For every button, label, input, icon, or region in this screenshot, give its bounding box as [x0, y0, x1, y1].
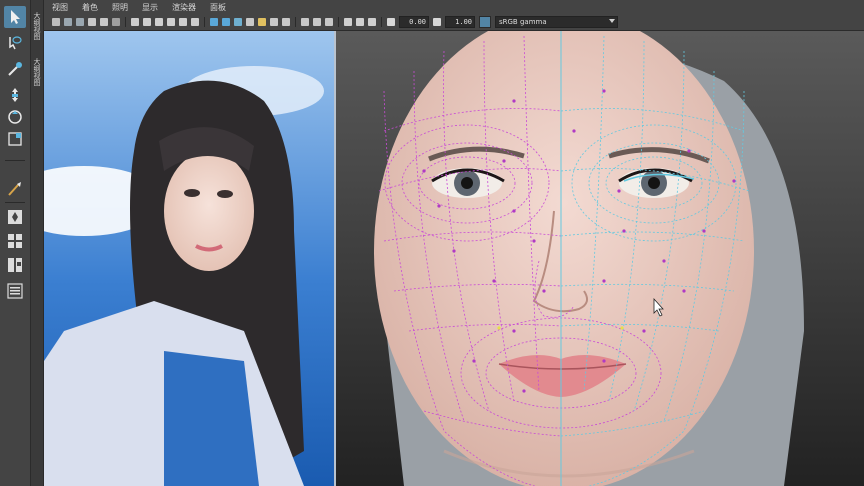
- toolbox-divider: [5, 202, 25, 203]
- gamma-icon[interactable]: [433, 18, 441, 26]
- toolbox-divider: [5, 160, 25, 161]
- toolbar-divider: [295, 17, 296, 27]
- use-all-lights-icon[interactable]: [258, 18, 266, 26]
- panel-menubar: 视图 着色 照明 显示 渲染器 面板: [44, 0, 864, 14]
- maya-window: 大纲视图 大纲视图 视图 着色 照明 显示 渲染器 面板 0.00 1.00 s…: [0, 0, 864, 486]
- bookmarks-icon[interactable]: [76, 18, 84, 26]
- textured-icon[interactable]: [246, 18, 254, 26]
- toolbar-divider: [381, 17, 382, 27]
- brush-icon[interactable]: [4, 178, 26, 200]
- xray-icon[interactable]: [301, 18, 309, 26]
- viewport-canvas: [44, 31, 864, 486]
- wireframe-on-shaded-icon[interactable]: [234, 18, 242, 26]
- resolution-gate-icon[interactable]: [155, 18, 163, 26]
- color-space-dropdown[interactable]: sRGB gamma: [495, 16, 618, 28]
- camera-attributes-icon[interactable]: [64, 18, 72, 26]
- viewport[interactable]: [44, 31, 864, 486]
- image-plane-icon[interactable]: [88, 18, 96, 26]
- select-arrow-icon[interactable]: [4, 6, 26, 28]
- isolate-select-icon[interactable]: [344, 18, 352, 26]
- toolbar-divider: [204, 17, 205, 27]
- color-management-toggle[interactable]: [479, 16, 491, 28]
- exposure-icon[interactable]: [387, 18, 395, 26]
- select-camera-icon[interactable]: [52, 18, 60, 26]
- two-sided-lighting-icon[interactable]: [368, 18, 376, 26]
- rotate-icon[interactable]: [4, 106, 26, 128]
- toolbox: [0, 0, 31, 486]
- gamma-field[interactable]: 1.00: [445, 16, 475, 28]
- side-tab-outliner-2[interactable]: 大纲视图: [31, 52, 43, 92]
- film-gate-icon[interactable]: [143, 18, 151, 26]
- move-icon[interactable]: [4, 84, 26, 106]
- xray-components-icon[interactable]: [325, 18, 333, 26]
- chevron-down-icon: [609, 19, 615, 23]
- shadows-icon[interactable]: [270, 18, 278, 26]
- smooth-shade-icon[interactable]: [222, 18, 230, 26]
- hud-icon[interactable]: [356, 18, 364, 26]
- layout-four-icon[interactable]: [4, 230, 26, 252]
- toolbar-divider: [125, 17, 126, 27]
- menu-shading[interactable]: 着色: [82, 2, 98, 13]
- xray-joints-icon[interactable]: [313, 18, 321, 26]
- paint-select-icon[interactable]: [4, 58, 26, 80]
- outliner-icon[interactable]: [4, 280, 26, 302]
- menu-show[interactable]: 显示: [142, 2, 158, 13]
- reference-image-right: [336, 31, 864, 486]
- field-chart-icon[interactable]: [179, 18, 187, 26]
- grease-pencil-icon[interactable]: [112, 18, 120, 26]
- two-d-pan-icon[interactable]: [100, 18, 108, 26]
- exposure-field[interactable]: 0.00: [399, 16, 429, 28]
- color-space-value: sRGB gamma: [499, 18, 547, 26]
- toolbar-divider: [338, 17, 339, 27]
- scale-icon[interactable]: [4, 128, 26, 150]
- outliner-side-tabs: 大纲视图 大纲视图: [31, 0, 44, 486]
- gate-mask-icon[interactable]: [167, 18, 175, 26]
- ambient-occlusion-icon[interactable]: [282, 18, 290, 26]
- safe-action-icon[interactable]: [191, 18, 199, 26]
- panel-toolbar: 0.00 1.00 sRGB gamma: [44, 14, 864, 31]
- menu-view[interactable]: 视图: [52, 2, 68, 13]
- menu-panels[interactable]: 面板: [210, 2, 226, 13]
- menu-renderer[interactable]: 渲染器: [172, 2, 196, 13]
- wireframe-icon[interactable]: [210, 18, 218, 26]
- lasso-icon[interactable]: [4, 32, 26, 54]
- side-tab-outliner[interactable]: 大纲视图: [31, 6, 43, 46]
- menu-lighting[interactable]: 照明: [112, 2, 128, 13]
- grid-icon[interactable]: [131, 18, 139, 26]
- layout-two-icon[interactable]: [4, 254, 26, 276]
- reference-image-left: [44, 31, 336, 486]
- layout-single-icon[interactable]: [4, 206, 26, 228]
